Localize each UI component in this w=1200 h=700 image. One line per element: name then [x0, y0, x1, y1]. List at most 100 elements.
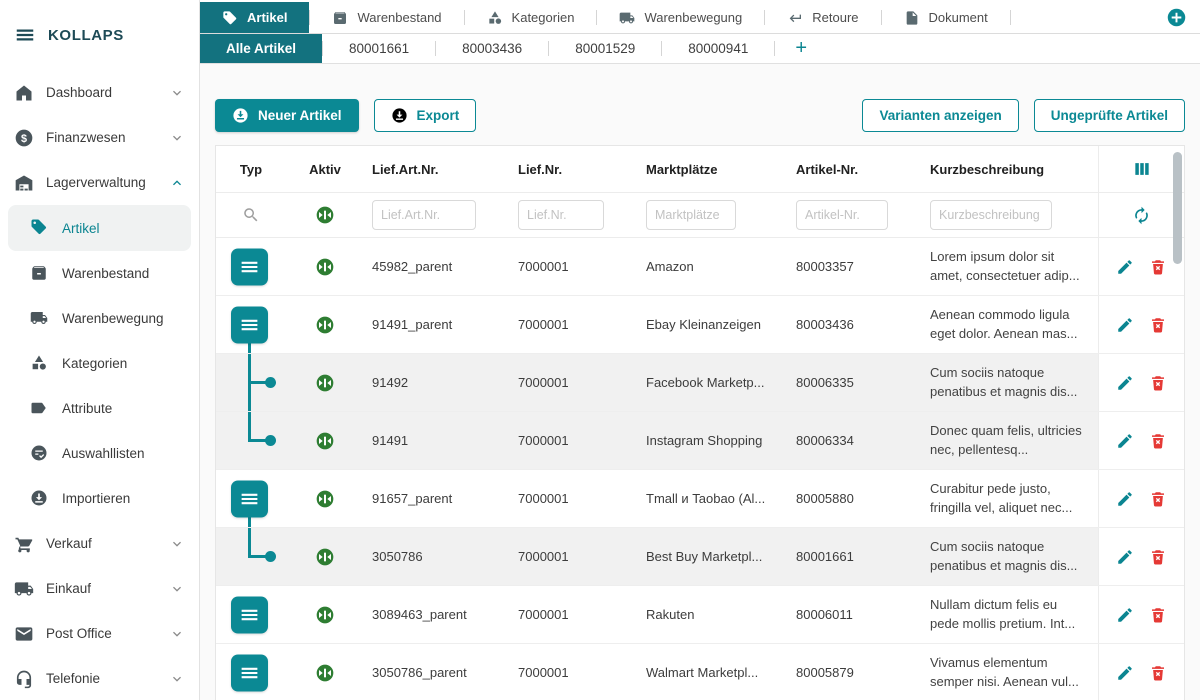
import-icon — [30, 489, 50, 509]
cell-lief-art-nr: 45982_parent — [364, 238, 510, 295]
edit-icon[interactable] — [1116, 490, 1134, 508]
tab-separator — [1010, 10, 1011, 25]
active-status-icon[interactable] — [315, 663, 335, 683]
table-row[interactable]: 91492 7000001 Facebook Marketp... 800063… — [216, 354, 1184, 412]
cell-lief-art-nr: 3050786_parent — [364, 644, 510, 700]
sidebar-item-einkauf[interactable]: Einkauf — [0, 566, 199, 611]
cell-artikel-nr: 80005879 — [788, 644, 922, 700]
table-row[interactable]: 3050786 7000001 Best Buy Marketpl... 800… — [216, 528, 1184, 586]
cell-artikel-nr: 80005880 — [788, 470, 922, 527]
chevron-down-icon — [169, 581, 185, 597]
tab-warenbestand[interactable]: Warenbestand — [310, 2, 463, 33]
sidebar-item-dashboard[interactable]: Dashboard — [0, 70, 199, 115]
sidebar-item-lagerverwaltung[interactable]: Lagerverwaltung — [0, 160, 199, 205]
table-filter-row — [216, 193, 1184, 238]
subtab-alle-artikel[interactable]: Alle Artikel — [200, 34, 322, 63]
active-status-icon[interactable] — [315, 431, 335, 451]
filter-input-lief-art-nr[interactable] — [372, 200, 476, 230]
delete-icon[interactable] — [1149, 374, 1167, 392]
tab-label: Warenbestand — [357, 10, 441, 25]
export-button[interactable]: Export — [374, 99, 477, 132]
active-status-icon[interactable] — [315, 373, 335, 393]
cell-aktiv — [286, 354, 364, 411]
sidebar-item-attribute[interactable]: Attribute — [0, 386, 199, 431]
add-article-tab-button[interactable]: + — [775, 34, 827, 63]
article-type-list-icon[interactable] — [231, 654, 268, 691]
edit-icon[interactable] — [1116, 374, 1134, 392]
sidebar: KOLLAPS Dashboard Finanzwesen Lagerverwa… — [0, 0, 200, 700]
sidebar-item-importieren[interactable]: Importieren — [0, 476, 199, 521]
table-row[interactable]: 91657_parent 7000001 Tmall и Taobao (Al.… — [216, 470, 1184, 528]
main-tabbar: Artikel Warenbestand Kategorien Warenbew… — [200, 0, 1200, 34]
tab-warenbewegung[interactable]: Warenbewegung — [597, 2, 764, 33]
tab-kategorien[interactable]: Kategorien — [465, 2, 597, 33]
tab-artikel[interactable]: Artikel — [200, 2, 309, 33]
search-icon[interactable] — [242, 206, 260, 224]
sidebar-item-verkauf[interactable]: Verkauf — [0, 521, 199, 566]
delete-icon[interactable] — [1149, 548, 1167, 566]
table-row[interactable]: 3089463_parent 7000001 Rakuten 80006011 … — [216, 586, 1184, 644]
sidebar-item-kategorien[interactable]: Kategorien — [0, 341, 199, 386]
show-variants-button[interactable]: Varianten anzeigen — [862, 99, 1018, 132]
box-icon — [30, 264, 50, 284]
column-settings-icon[interactable] — [1132, 159, 1152, 179]
table-body: 45982_parent 7000001 Amazon 80003357 Lor… — [216, 238, 1184, 700]
edit-icon[interactable] — [1116, 606, 1134, 624]
refresh-icon[interactable] — [1132, 206, 1151, 225]
subtab-80001661[interactable]: 80001661 — [323, 34, 435, 63]
sidebar-item-auswahllisten[interactable]: Auswahllisten — [0, 431, 199, 476]
table-row[interactable]: 91491_parent 7000001 Ebay Kleinanzeigen … — [216, 296, 1184, 354]
active-filter-toggle-icon[interactable] — [315, 205, 335, 225]
sidebar-item-telefonie[interactable]: Telefonie — [0, 656, 199, 700]
article-type-list-icon[interactable] — [231, 306, 268, 343]
filter-input-marktplaetze[interactable] — [646, 200, 736, 230]
scrollbar-thumb[interactable] — [1173, 152, 1182, 264]
sidebar-item-post-office[interactable]: Post Office — [0, 611, 199, 656]
edit-icon[interactable] — [1116, 258, 1134, 276]
delete-icon[interactable] — [1149, 606, 1167, 624]
hamburger-menu-icon[interactable] — [14, 24, 36, 46]
table-row[interactable]: 45982_parent 7000001 Amazon 80003357 Lor… — [216, 238, 1184, 296]
active-status-icon[interactable] — [315, 547, 335, 567]
active-status-icon[interactable] — [315, 257, 335, 277]
article-type-list-icon[interactable] — [231, 596, 268, 633]
active-status-icon[interactable] — [315, 605, 335, 625]
edit-icon[interactable] — [1116, 432, 1134, 450]
subtab-label: 80000941 — [688, 41, 748, 56]
sidebar-item-warenbestand[interactable]: Warenbestand — [0, 251, 199, 296]
sidebar-item-label: Auswahllisten — [62, 446, 185, 461]
edit-icon[interactable] — [1116, 316, 1134, 334]
subtab-80000941[interactable]: 80000941 — [662, 34, 774, 63]
table-row[interactable]: 91491 7000001 Instagram Shopping 8000633… — [216, 412, 1184, 470]
article-type-list-icon[interactable] — [231, 248, 268, 285]
unchecked-articles-button[interactable]: Ungeprüfte Artikel — [1034, 99, 1185, 132]
table-scrollbar[interactable] — [1173, 148, 1182, 698]
delete-icon[interactable] — [1149, 316, 1167, 334]
return-icon — [787, 10, 803, 26]
delete-icon[interactable] — [1149, 258, 1167, 276]
sidebar-item-warenbewegung[interactable]: Warenbewegung — [0, 296, 199, 341]
delete-icon[interactable] — [1149, 490, 1167, 508]
active-status-icon[interactable] — [315, 315, 335, 335]
tab-dokument[interactable]: Dokument — [882, 2, 1010, 33]
edit-icon[interactable] — [1116, 664, 1134, 682]
sidebar-item-finanzwesen[interactable]: Finanzwesen — [0, 115, 199, 160]
subtab-80003436[interactable]: 80003436 — [436, 34, 548, 63]
add-tab-button[interactable] — [1166, 7, 1187, 28]
new-article-button[interactable]: Neuer Artikel — [215, 99, 359, 132]
cell-kurzbeschreibung: Curabitur pede justo, fringilla vel, ali… — [922, 470, 1098, 527]
cell-actions — [1098, 238, 1184, 295]
edit-icon[interactable] — [1116, 548, 1134, 566]
filter-input-kurzbeschreibung[interactable] — [930, 200, 1052, 230]
delete-icon[interactable] — [1149, 432, 1167, 450]
filter-input-artikel-nr[interactable] — [796, 200, 888, 230]
table-row[interactable]: 3050786_parent 7000001 Walmart Marketpl.… — [216, 644, 1184, 700]
subtab-80001529[interactable]: 80001529 — [549, 34, 661, 63]
tab-retoure[interactable]: Retoure — [765, 2, 880, 33]
truck-icon — [619, 10, 635, 26]
delete-icon[interactable] — [1149, 664, 1167, 682]
active-status-icon[interactable] — [315, 489, 335, 509]
filter-input-lief-nr[interactable] — [518, 200, 604, 230]
article-type-list-icon[interactable] — [231, 480, 268, 517]
sidebar-item-artikel[interactable]: Artikel — [8, 205, 191, 251]
